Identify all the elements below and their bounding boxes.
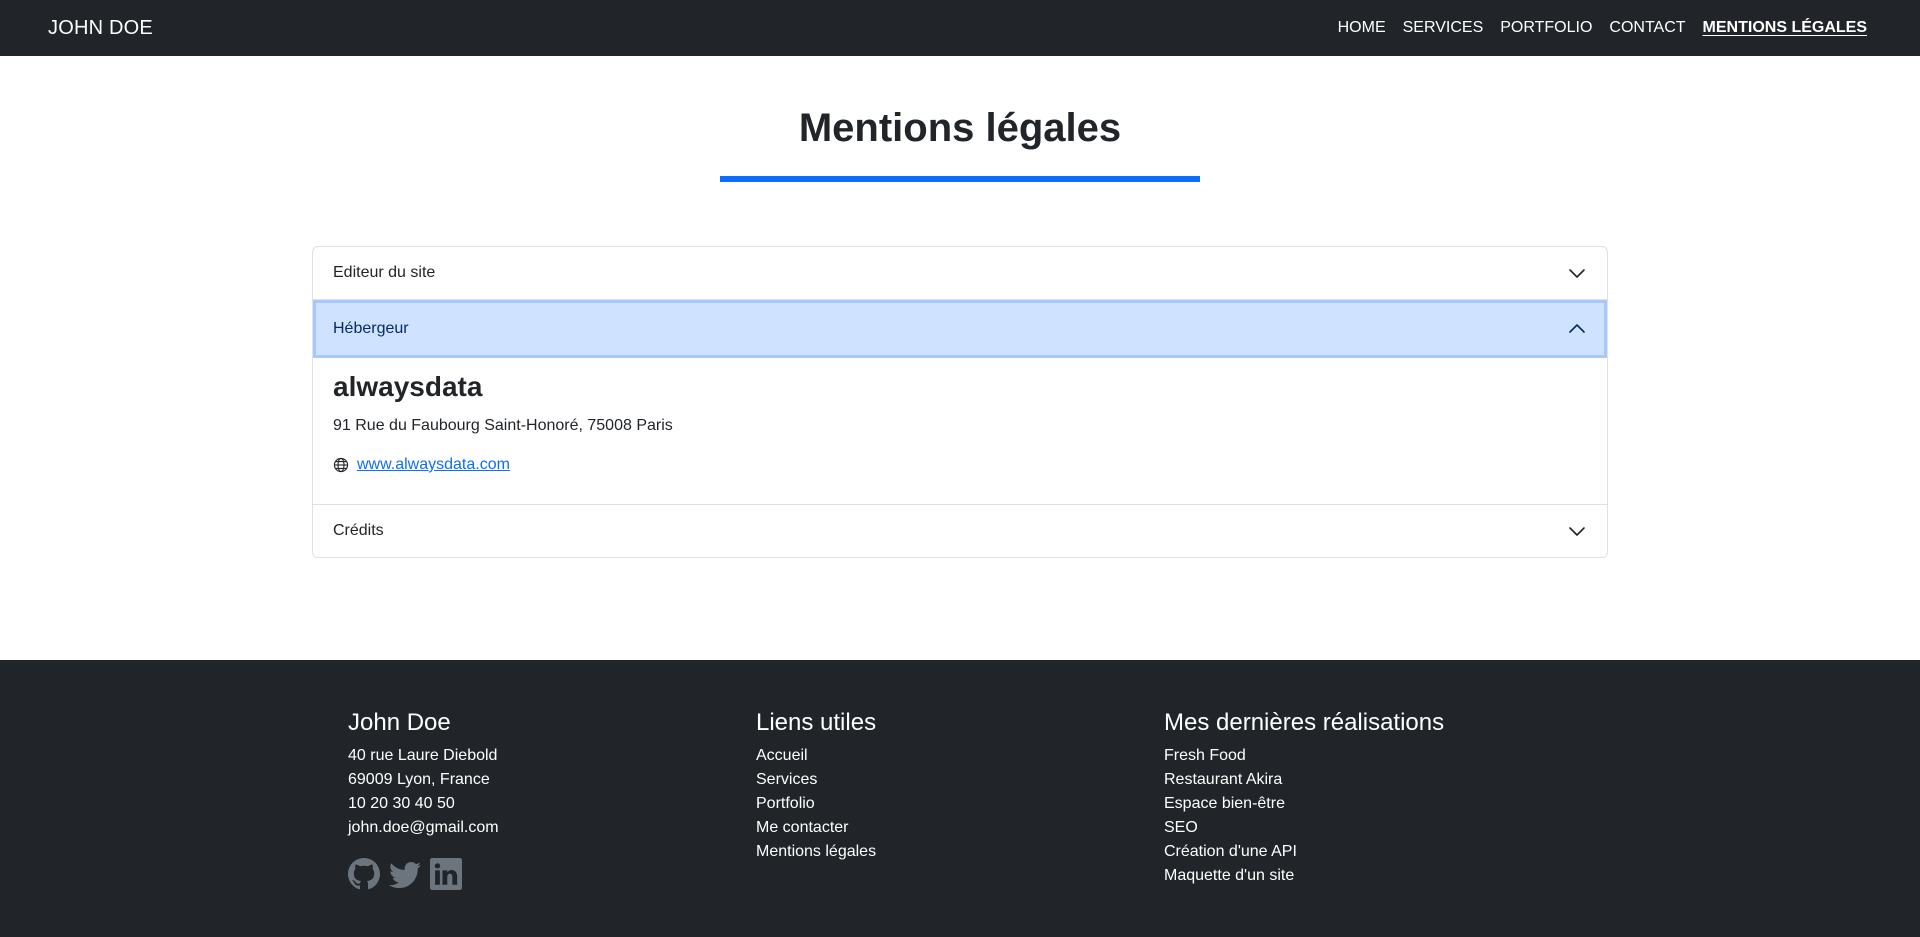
footer-projects-heading: Mes dernières réalisations [1164, 709, 1445, 736]
accordion-header-hebergeur[interactable]: Hébergeur [313, 300, 1607, 358]
accordion-label: Hébergeur [333, 320, 409, 337]
footer-phone: 10 20 30 40 50 [348, 795, 455, 812]
github-icon[interactable] [348, 858, 380, 890]
nav-link-contact[interactable]: CONTACT [1609, 19, 1685, 37]
chevron-down-icon [1569, 269, 1585, 278]
host-address: 91 Rue du Faubourg Saint-Honoré, 75008 P… [333, 417, 673, 434]
footer-link-mentions[interactable]: Mentions légales [756, 840, 876, 864]
footer-contact-column: John Doe 40 rue Laure Diebold 69009 Lyon… [348, 708, 499, 890]
footer-project-link[interactable]: Espace bien-être [1164, 792, 1444, 816]
footer-projects-column: Mes dernières réalisations Fresh Food Re… [1164, 708, 1444, 888]
accordion-header-credits[interactable]: Crédits [313, 505, 1607, 557]
legal-accordion: Editeur du site Hébergeur alwaysdata 91 … [312, 246, 1608, 558]
footer-project-link[interactable]: Fresh Food [1164, 744, 1444, 768]
nav-link-mentions-legales[interactable]: MENTIONS LÉGALES [1703, 19, 1867, 37]
nav-link-services[interactable]: SERVICES [1403, 19, 1484, 37]
linkedin-icon[interactable] [430, 858, 462, 890]
host-website-row: www.alwaysdata.com [333, 456, 1587, 474]
page-title: Mentions légales [798, 106, 1122, 150]
globe-icon [333, 457, 349, 473]
accordion-item-hebergeur: Hébergeur alwaysdata 91 Rue du Faubourg … [313, 299, 1607, 504]
host-website-link[interactable]: www.alwaysdata.com [357, 456, 510, 474]
footer-address-line: 40 rue Laure Diebold [348, 747, 498, 764]
social-links [348, 858, 499, 890]
twitter-icon[interactable] [389, 858, 421, 890]
footer-link-contact[interactable]: Me contacter [756, 816, 876, 840]
footer-city-line: 69009 Lyon, France [348, 771, 490, 788]
brand-logo[interactable]: JOHN DOE [48, 17, 153, 40]
nav-link-portfolio[interactable]: PORTFOLIO [1500, 19, 1592, 37]
footer-link-accueil[interactable]: Accueil [756, 744, 876, 768]
footer-project-link[interactable]: SEO [1164, 816, 1444, 840]
footer-email: john.doe@gmail.com [348, 819, 499, 836]
footer-link-services[interactable]: Services [756, 768, 876, 792]
title-underline [720, 176, 1200, 182]
host-name: alwaysdata [333, 371, 483, 402]
site-footer: John Doe 40 rue Laure Diebold 69009 Lyon… [0, 660, 1920, 937]
chevron-up-icon [1569, 324, 1585, 333]
chevron-down-icon [1569, 527, 1585, 536]
top-navbar: JOHN DOE HOME SERVICES PORTFOLIO CONTACT… [0, 0, 1920, 56]
accordion-item-credits: Crédits [313, 504, 1607, 557]
accordion-header-editeur[interactable]: Editeur du site [313, 247, 1607, 299]
footer-contact-heading: John Doe [348, 709, 451, 736]
footer-link-portfolio[interactable]: Portfolio [756, 792, 876, 816]
footer-links-heading: Liens utiles [756, 709, 877, 736]
accordion-label: Crédits [333, 522, 384, 539]
footer-links-column: Liens utiles Accueil Services Portfolio … [756, 708, 876, 864]
footer-project-link[interactable]: Restaurant Akira [1164, 768, 1444, 792]
footer-project-link[interactable]: Création d'une API [1164, 840, 1444, 864]
nav-links: HOME SERVICES PORTFOLIO CONTACT MENTIONS… [1338, 19, 1867, 37]
nav-link-home[interactable]: HOME [1338, 19, 1386, 37]
accordion-item-editeur: Editeur du site [313, 247, 1607, 299]
footer-project-link[interactable]: Maquette d'un site [1164, 864, 1444, 888]
accordion-body-hebergeur: alwaysdata 91 Rue du Faubourg Saint-Hono… [313, 358, 1607, 504]
accordion-label: Editeur du site [333, 264, 436, 281]
